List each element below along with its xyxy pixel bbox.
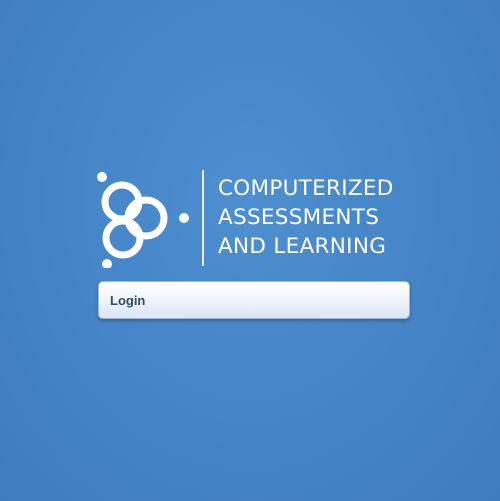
logo-line-1: COMPUTERIZED: [218, 176, 394, 201]
logo-wordmark: COMPUTERIZED ASSESSMENTS AND LEARNING: [218, 174, 394, 261]
login-page: { "logo": { "icon": "cal-logo-icon", "li…: [0, 0, 500, 501]
logo-line-3: AND LEARNING: [218, 234, 387, 259]
cal-logo-icon: [97, 172, 189, 268]
logo-divider: [202, 170, 204, 266]
login-button[interactable]: Login: [98, 281, 410, 319]
login-button-label: Login: [110, 292, 146, 308]
logo-line-2: ASSESSMENTS: [218, 205, 380, 230]
brand-logo: COMPUTERIZED ASSESSMENTS AND LEARNING: [96, 164, 416, 274]
